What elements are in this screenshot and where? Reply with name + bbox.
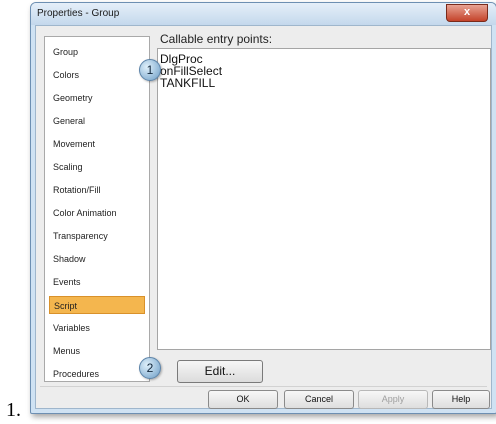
cancel-button[interactable]: Cancel [284,390,354,409]
nav-item-general[interactable]: General [49,112,145,130]
nav-item-menus[interactable]: Menus [49,342,145,360]
dialog-body: Group Colors Geometry General Movement S… [35,25,492,409]
entry-points-label: Callable entry points: [160,32,273,46]
nav-item-color-animation[interactable]: Color Animation [49,204,145,222]
nav-item-script[interactable]: Script [49,296,145,314]
edit-button[interactable]: Edit... [177,360,263,383]
nav-item-events[interactable]: Events [49,273,145,291]
entry-points-list[interactable]: DlgProc onFillSelect TANKFILL [157,48,491,350]
callout-2-badge: 2 [139,357,161,379]
properties-dialog: Properties - Group x Group Colors Geomet… [30,2,496,414]
list-number: 1. [6,399,21,421]
title-bar[interactable]: Properties - Group x [31,3,496,25]
script-panel: Callable entry points: DlgProc onFillSel… [153,30,493,380]
callout-1-badge: 1 [139,59,161,81]
nav-item-geometry[interactable]: Geometry [49,89,145,107]
apply-button[interactable]: Apply [358,390,428,409]
nav-item-group[interactable]: Group [49,43,145,61]
help-button[interactable]: Help [432,390,490,409]
nav-item-variables[interactable]: Variables [49,319,145,337]
category-list: Group Colors Geometry General Movement S… [44,36,150,382]
divider [40,386,487,387]
nav-item-shadow[interactable]: Shadow [49,250,145,268]
ok-button[interactable]: OK [208,390,278,409]
window-title: Properties - Group [37,8,120,19]
list-item[interactable]: TANKFILL [160,77,215,90]
nav-item-procedures[interactable]: Procedures [49,365,145,383]
close-button[interactable]: x [446,4,488,22]
nav-item-transparency[interactable]: Transparency [49,227,145,245]
nav-item-colors[interactable]: Colors [49,66,145,84]
nav-item-scaling[interactable]: Scaling [49,158,145,176]
nav-item-movement[interactable]: Movement [49,135,145,153]
nav-item-rotation-fill[interactable]: Rotation/Fill [49,181,145,199]
